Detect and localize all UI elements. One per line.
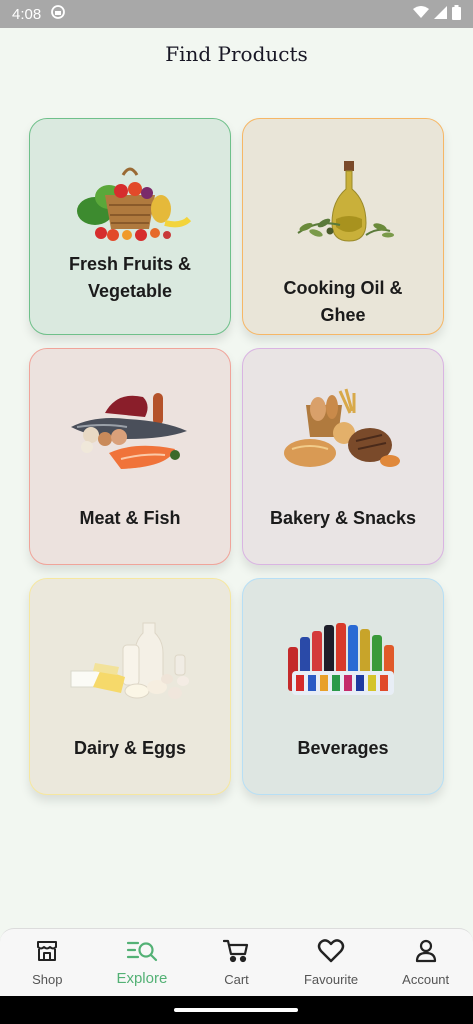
nav-item-shop[interactable]: Shop xyxy=(0,929,95,996)
signal-icon xyxy=(434,5,447,23)
category-card-cooking-oil[interactable]: Cooking Oil & Ghee xyxy=(242,118,444,335)
category-label: Meat & Fish xyxy=(79,508,181,528)
olive-oil-image xyxy=(297,161,394,242)
category-card-bakery-snacks[interactable]: Bakery & Snacks xyxy=(242,348,444,565)
category-label: Beverages xyxy=(297,738,389,758)
status-bar: 4:08 xyxy=(0,0,473,28)
nav-label-favourite: Favourite xyxy=(303,972,359,987)
fruits-vegetables-image xyxy=(77,167,192,241)
battery-icon xyxy=(452,4,461,24)
page-title: Find Products xyxy=(165,42,308,66)
wifi-icon xyxy=(413,5,429,23)
category-card-beverages[interactable]: Beverages xyxy=(242,578,444,795)
person-icon xyxy=(414,939,438,968)
category-card-dairy-eggs[interactable]: Dairy & Eggs xyxy=(29,578,231,795)
nav-label-account: Account xyxy=(402,972,450,987)
home-indicator[interactable] xyxy=(174,1008,298,1012)
meat-fish-image xyxy=(71,393,187,469)
nav-label-explore: Explore xyxy=(116,970,168,987)
bakery-image xyxy=(284,388,400,467)
beverages-image xyxy=(288,623,394,695)
category-label: Cooking Oil & Ghee xyxy=(283,278,403,325)
category-label: Dairy & Eggs xyxy=(73,738,187,758)
category-label: Bakery & Snacks xyxy=(269,508,417,528)
notification-icon xyxy=(51,5,66,23)
nav-item-favourite[interactable]: Favourite xyxy=(284,929,379,996)
status-time: 4:08 xyxy=(12,5,42,23)
cart-icon xyxy=(223,939,249,968)
category-card-fruits-vegetables[interactable]: Fresh Fruits & Vegetable xyxy=(29,118,231,335)
nav-item-explore[interactable]: Explore xyxy=(95,929,190,996)
heart-icon xyxy=(317,939,345,968)
system-home-bar xyxy=(0,996,473,1024)
explore-search-icon xyxy=(126,939,158,968)
nav-item-account[interactable]: Account xyxy=(378,929,473,996)
category-card-meat-fish[interactable]: Meat & Fish xyxy=(29,348,231,565)
dairy-eggs-image xyxy=(70,622,189,699)
nav-label-cart: Cart xyxy=(224,972,249,987)
bottom-navigation: Shop Explore Cart Favourite Account xyxy=(0,928,473,996)
category-label: Fresh Fruits & Vegetable xyxy=(68,254,192,301)
store-icon xyxy=(35,939,59,968)
nav-label-shop: Shop xyxy=(32,972,63,987)
nav-item-cart[interactable]: Cart xyxy=(189,929,284,996)
